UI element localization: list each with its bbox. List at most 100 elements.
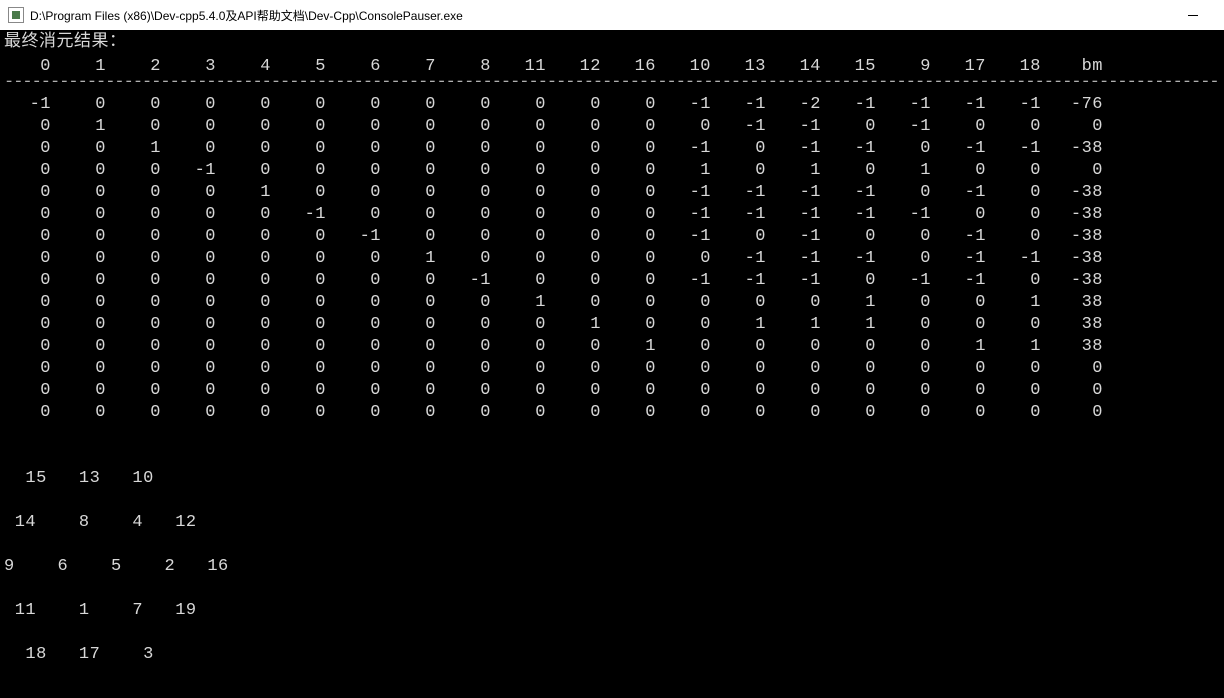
- table-cell: 0: [59, 94, 114, 116]
- table-cell: -1: [939, 138, 994, 160]
- table-cell: -1: [444, 270, 499, 292]
- column-header: 3: [169, 56, 224, 78]
- table-cell: 0: [114, 248, 169, 270]
- table-cell: 0: [884, 336, 939, 358]
- table-cell: 0: [4, 270, 59, 292]
- table-cell: 0: [334, 204, 389, 226]
- table-cell: 0: [389, 160, 444, 182]
- table-cell: 0: [499, 94, 554, 116]
- table-cell: 0: [554, 270, 609, 292]
- table-cell: 0: [114, 380, 169, 402]
- table-row: 000-10000000010101000: [4, 160, 1220, 182]
- table-cell: 0: [609, 94, 664, 116]
- table-cell: 0: [389, 292, 444, 314]
- column-header: 8: [444, 56, 499, 78]
- table-cell: 0: [829, 116, 884, 138]
- table-cell: 0: [664, 358, 719, 380]
- table-cell: 0: [169, 402, 224, 424]
- table-cell: 0: [444, 314, 499, 336]
- column-header: bm: [1049, 56, 1111, 78]
- table-cell: 1: [609, 336, 664, 358]
- table-cell: 38: [1049, 292, 1111, 314]
- table-row: 000000-100000-10-100-10-38: [4, 226, 1220, 248]
- table-cell: 0: [389, 116, 444, 138]
- table-cell: 0: [884, 292, 939, 314]
- table-cell: 0: [774, 292, 829, 314]
- table-row: 0000000100000-1-1-10-1-1-38: [4, 248, 1220, 270]
- table-cell: 0: [719, 226, 774, 248]
- table-cell: 0: [389, 358, 444, 380]
- table-cell: 0: [279, 138, 334, 160]
- table-cell: 0: [939, 380, 994, 402]
- table-cell: 1: [59, 116, 114, 138]
- table-row: 00000-1000000-1-1-1-1-100-38: [4, 204, 1220, 226]
- table-cell: 0: [499, 402, 554, 424]
- table-cell: 0: [59, 380, 114, 402]
- table-cell: -1: [664, 226, 719, 248]
- table-cell: -1: [169, 160, 224, 182]
- table-cell: 1: [829, 314, 884, 336]
- table-cell: 0: [719, 336, 774, 358]
- table-cell: 0: [389, 182, 444, 204]
- table-cell: -1: [774, 270, 829, 292]
- table-cell: 0: [994, 358, 1049, 380]
- table-cell: 0: [884, 402, 939, 424]
- table-cell: 0: [224, 314, 279, 336]
- table-cell: 0: [719, 402, 774, 424]
- table-cell: 0: [939, 402, 994, 424]
- table-cell: -38: [1049, 248, 1111, 270]
- table-cell: 0: [609, 314, 664, 336]
- table-cell: 0: [4, 402, 59, 424]
- table-row: 000000000100000100138: [4, 292, 1220, 314]
- table-cell: 0: [609, 226, 664, 248]
- table-cell: 1: [664, 160, 719, 182]
- table-row: 001000000000-10-1-10-1-1-38: [4, 138, 1220, 160]
- table-cell: 0: [59, 314, 114, 336]
- table-cell: 0: [554, 226, 609, 248]
- table-body: -100000000000-1-1-2-1-1-1-1-760100000000…: [4, 94, 1220, 424]
- table-cell: 0: [279, 160, 334, 182]
- table-cell: 0: [334, 314, 389, 336]
- table-cell: -1: [719, 248, 774, 270]
- table-cell: 0: [169, 270, 224, 292]
- table-cell: 0: [59, 160, 114, 182]
- table-cell: 0: [334, 182, 389, 204]
- table-cell: 0: [939, 204, 994, 226]
- output-line: 14 8 4 12: [4, 512, 1220, 534]
- table-cell: 0: [1049, 116, 1111, 138]
- minimize-button[interactable]: [1170, 0, 1216, 30]
- result-header: 最终消元结果：: [4, 32, 1220, 54]
- table-cell: 0: [1049, 402, 1111, 424]
- window-title: D:\Program Files (x86)\Dev-cpp5.4.0及API帮…: [30, 7, 463, 24]
- table-cell: 0: [609, 270, 664, 292]
- table-cell: 0: [884, 358, 939, 380]
- table-cell: -1: [774, 248, 829, 270]
- table-cell: 1: [829, 292, 884, 314]
- table-cell: 0: [334, 116, 389, 138]
- table-cell: 0: [334, 358, 389, 380]
- table-cell: 0: [444, 292, 499, 314]
- table-cell: 0: [554, 204, 609, 226]
- table-cell: 0: [609, 380, 664, 402]
- table-cell: 0: [389, 402, 444, 424]
- table-cell: -1: [829, 138, 884, 160]
- table-cell: 0: [554, 402, 609, 424]
- table-cell: -38: [1049, 182, 1111, 204]
- table-cell: 0: [334, 138, 389, 160]
- table-cell: 1: [389, 248, 444, 270]
- table-cell: 0: [499, 314, 554, 336]
- table-cell: 0: [444, 182, 499, 204]
- table-cell: 0: [279, 182, 334, 204]
- table-cell: 0: [554, 116, 609, 138]
- table-cell: 0: [884, 138, 939, 160]
- table-cell: 0: [939, 116, 994, 138]
- table-cell: 0: [334, 380, 389, 402]
- table-cell: 0: [114, 336, 169, 358]
- table-cell: -38: [1049, 270, 1111, 292]
- table-cell: 0: [224, 204, 279, 226]
- table-cell: 0: [224, 226, 279, 248]
- table-cell: 0: [994, 204, 1049, 226]
- table-cell: 0: [279, 248, 334, 270]
- output-line: 18 17 3: [4, 644, 1220, 666]
- column-header: 18: [994, 56, 1049, 78]
